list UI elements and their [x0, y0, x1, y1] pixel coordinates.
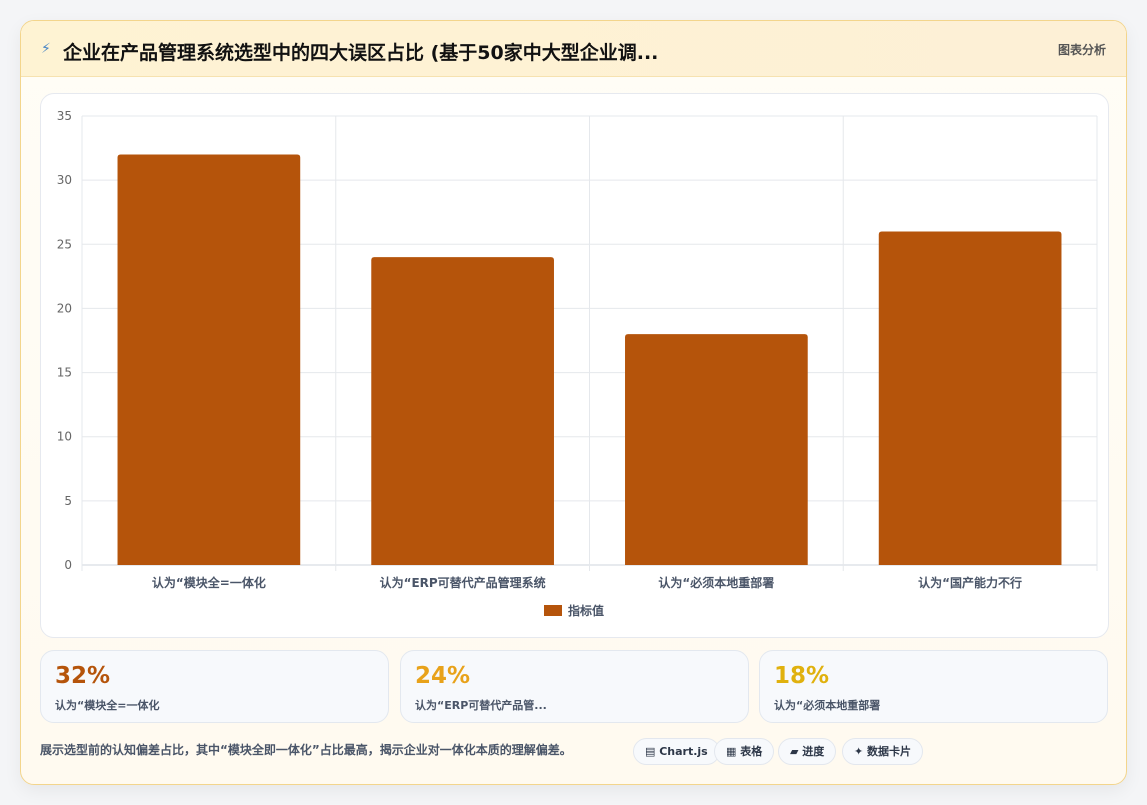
- chart-area: 0 5 10 15 20 25 30 35 认为“模块全=一体化 认为“ERP可替代产品管理系统 认…: [40, 93, 1109, 638]
- legend-label: 指标值: [568, 603, 604, 618]
- chart-title: 企业在产品管理系统选型中的四大误区占比 (基于50家中大型企业调...: [63, 42, 659, 64]
- bar: [371, 257, 554, 565]
- y-tick-label: 15: [57, 366, 72, 380]
- y-tick-label: 30: [57, 173, 72, 187]
- progress-pill[interactable]: ▰ 进度: [778, 738, 837, 765]
- stat-label: 认为“必须本地重部署: [774, 699, 881, 712]
- x-tick-label: 认为“国产能力不行: [918, 575, 1022, 590]
- chart-analysis-tag[interactable]: 图表分析: [1058, 41, 1106, 58]
- stat-card-3: 18% 认为“必须本地重部署: [759, 650, 1108, 723]
- stat-label: 认为“模块全=一体化: [55, 699, 160, 712]
- stat-value: 32%: [55, 663, 111, 689]
- card-header: ⚡ 企业在产品管理系统选型中的四大误区占比 (基于50家中大型企业调... 图表…: [21, 21, 1126, 77]
- x-tick-label: 认为“模块全=一体化: [152, 575, 266, 590]
- stat-label: 认为“ERP可替代产品管...: [415, 699, 547, 712]
- data-card-pill[interactable]: ✦ 数据卡片: [842, 738, 924, 765]
- chart-description: 展示选型前的认知偏差占比，其中“模块全即一体化”占比最高，揭示企业对一体化本质的…: [40, 743, 572, 757]
- legend-swatch: [544, 605, 562, 616]
- y-tick-label: 10: [57, 430, 72, 444]
- stat-value: 24%: [415, 663, 471, 689]
- y-tick-label: 25: [57, 237, 72, 251]
- chartjs-pill[interactable]: ▤ Chart.js: [633, 738, 720, 765]
- chart-card: ⚡ 企业在产品管理系统选型中的四大误区占比 (基于50家中大型企业调... 图表…: [20, 20, 1127, 785]
- bar: [625, 334, 808, 565]
- y-tick-label: 35: [57, 109, 72, 123]
- table-pill[interactable]: ▦ 表格: [714, 738, 775, 765]
- bar: [117, 154, 301, 565]
- y-tick-label: 5: [64, 494, 72, 508]
- stat-card-2: 24% 认为“ERP可替代产品管...: [400, 650, 749, 723]
- x-tick-label: 认为“ERP可替代产品管理系统: [380, 575, 546, 590]
- stat-card-1: 32% 认为“模块全=一体化: [40, 650, 389, 723]
- bar: [878, 231, 1062, 565]
- stat-value: 18%: [774, 663, 830, 689]
- y-tick-label: 20: [57, 301, 72, 315]
- x-tick-label: 认为“必须本地重部署: [658, 575, 774, 590]
- y-tick-label: 0: [64, 558, 72, 572]
- bar-chart: 0 5 10 15 20 25 30 35 认为“模块全=一体化 认为“ERP可替代产品管理系统 认…: [57, 109, 1098, 618]
- lightning-icon: ⚡: [41, 41, 51, 57]
